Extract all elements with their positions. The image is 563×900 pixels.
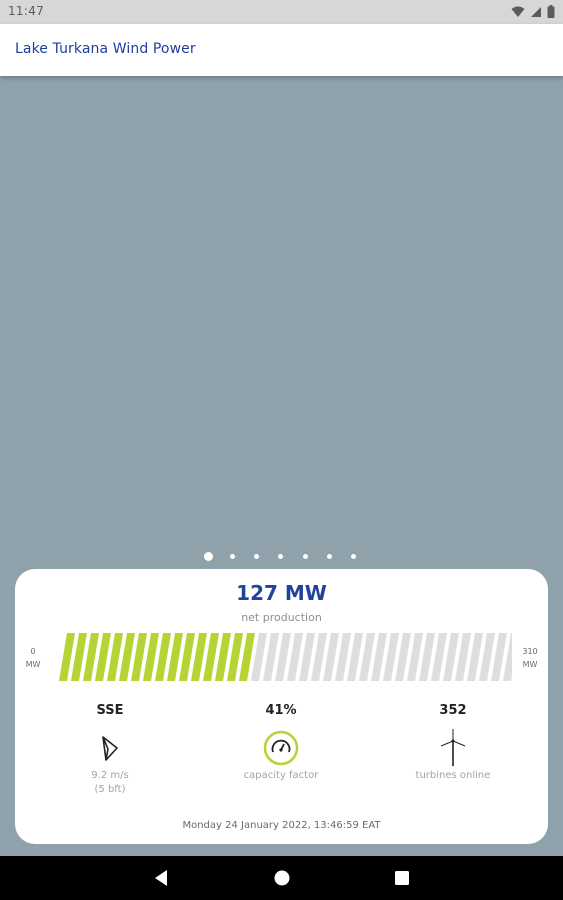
wind-stat: SSE 9.2 m/s (5 bft)	[40, 703, 180, 797]
page-dot[interactable]	[351, 554, 357, 559]
status-time: 11:47	[8, 4, 45, 18]
wifi-icon	[511, 6, 525, 17]
capacity-stat: 41% capacity factor	[211, 703, 351, 783]
app-bar: Lake Turkana Wind Power	[0, 24, 563, 76]
turbines-stat: 352 turbines online	[383, 703, 523, 783]
page-dot[interactable]	[254, 554, 260, 559]
page-dot[interactable]	[327, 554, 332, 559]
navigation-bar	[0, 856, 563, 900]
signal-icon	[531, 6, 541, 17]
status-bar: 11:47	[0, 0, 563, 24]
wind-beaufort: (5 bft)	[94, 784, 126, 795]
app-title: Lake Turkana Wind Power	[15, 41, 196, 57]
home-icon[interactable]	[273, 869, 291, 887]
net-production-value: 127 MW	[236, 581, 327, 605]
page-dot[interactable]	[229, 554, 235, 559]
page-dot[interactable]	[278, 554, 284, 559]
page-dot[interactable]	[203, 552, 213, 561]
scale-min-value: 0	[30, 647, 36, 656]
scale-max-value: 310	[522, 647, 538, 656]
capacity-factor-value: 41%	[265, 703, 297, 718]
page-indicator[interactable]	[0, 550, 563, 564]
page-dot[interactable]	[302, 554, 308, 559]
net-production-caption: net production	[241, 611, 322, 624]
wind-speed: 9.2 m/s	[91, 770, 129, 781]
production-bar	[59, 633, 512, 681]
turbines-online-caption: turbines online	[415, 770, 491, 781]
last-update-timestamp: Monday 24 January 2022, 13:46:59 EAT	[182, 820, 381, 831]
turbines-online-value: 352	[439, 703, 467, 718]
recents-icon[interactable]	[394, 869, 410, 887]
wind-turbine-icon	[433, 729, 473, 767]
scale-max-unit: MW	[522, 660, 538, 669]
battery-icon	[547, 5, 555, 18]
back-icon[interactable]	[153, 869, 169, 887]
gauge-icon	[261, 729, 301, 767]
wind-direction-arrow-icon	[90, 729, 130, 767]
status-icons	[511, 5, 555, 18]
scale-min-unit: MW	[25, 660, 41, 669]
production-card: 127 MW net production 0 MW 310 MW SSE 9.…	[15, 569, 548, 844]
wind-direction-value: SSE	[96, 703, 124, 718]
capacity-factor-caption: capacity factor	[243, 770, 319, 781]
scale-min: 0 MW	[24, 645, 42, 671]
scale-max: 310 MW	[520, 645, 540, 671]
